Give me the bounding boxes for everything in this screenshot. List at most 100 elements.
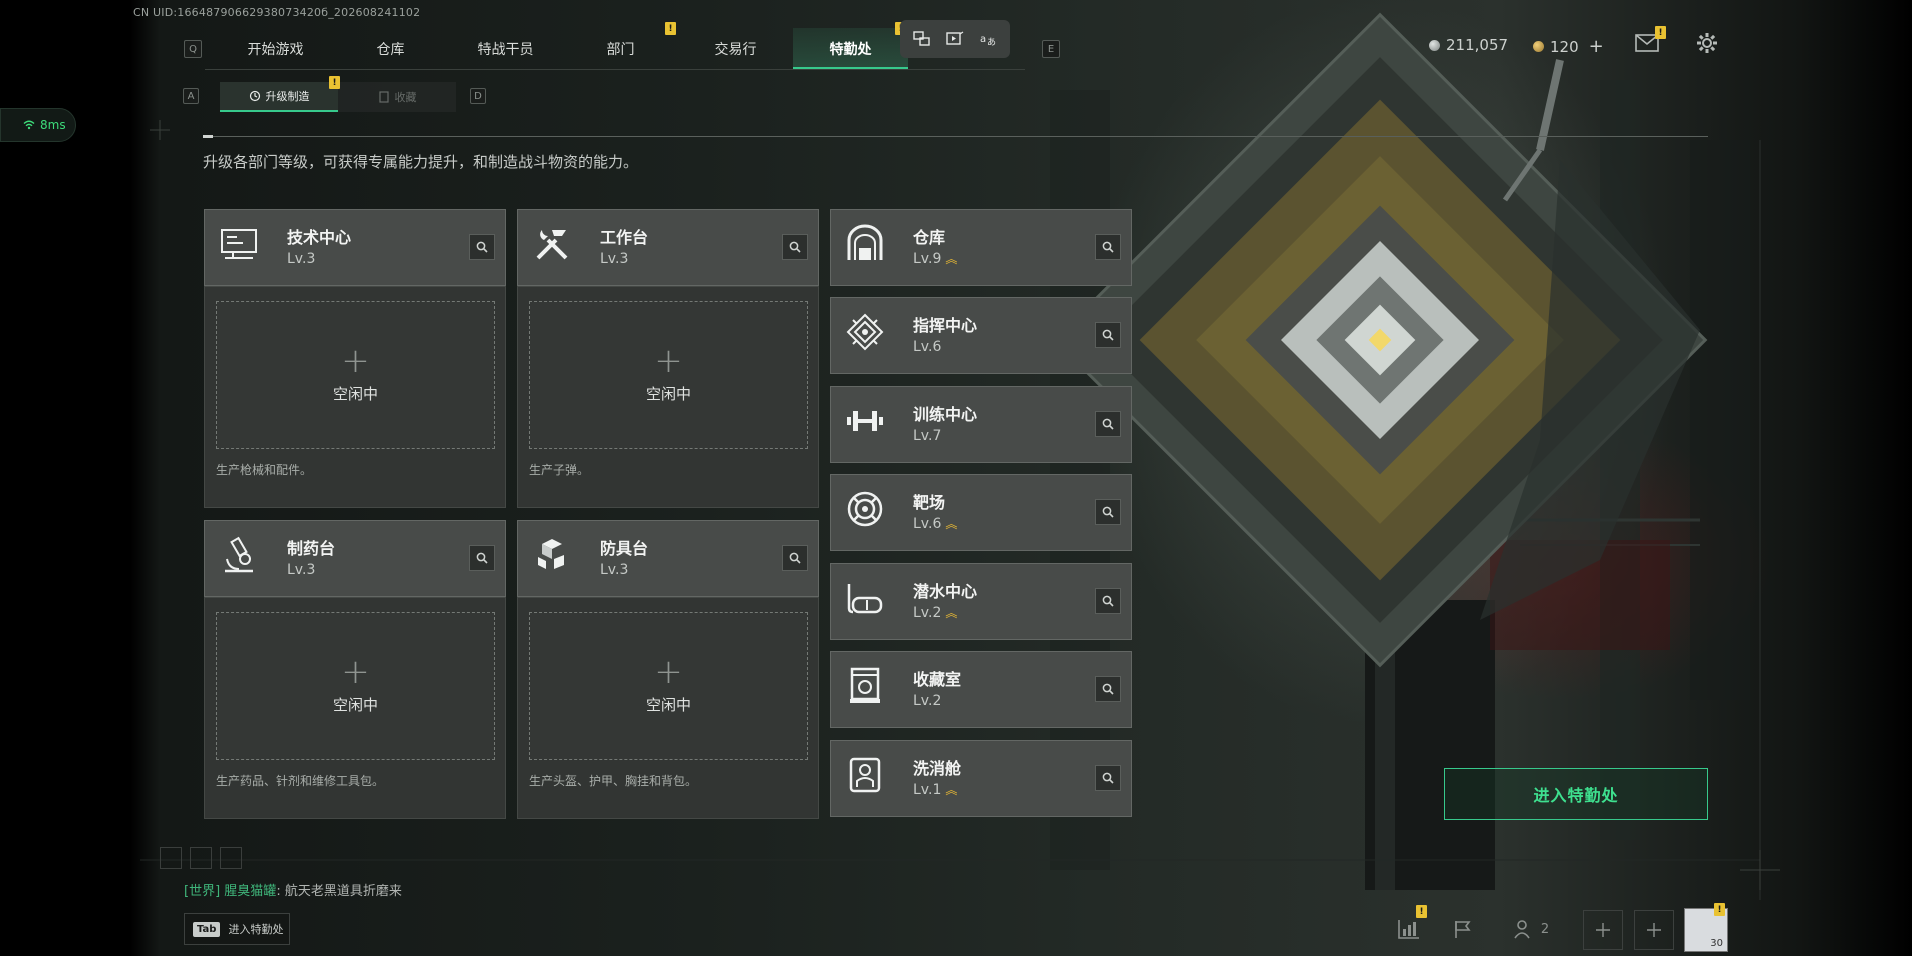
add-teammate-button[interactable] xyxy=(1634,910,1674,950)
department-card-decontamination[interactable]: 洗消舱 Lv.1 ︽ xyxy=(830,740,1132,817)
chat-message[interactable]: [世界] 腥臭猫罐: 航天老黑道具折磨来 xyxy=(184,880,402,899)
card-level: Lv.2 xyxy=(913,693,941,709)
tab-special-ops[interactable]: 特勤处! xyxy=(793,22,908,70)
tab-start-game[interactable]: 开始游戏 xyxy=(218,28,333,70)
production-slot[interactable]: + 空闲中 xyxy=(216,301,495,449)
search-icon[interactable] xyxy=(1095,499,1121,525)
dumbbell-icon xyxy=(845,401,885,441)
tab-department[interactable]: 部门! xyxy=(563,22,678,70)
production-slot[interactable]: + 空闲中 xyxy=(529,301,808,449)
production-desc: 生产药品、针剂和维修工具包。 xyxy=(216,774,385,788)
tab-operators[interactable]: 特战干员 xyxy=(448,28,563,70)
production-card-workbench[interactable]: 工作台 Lv.3 xyxy=(517,209,819,286)
nav-right-key[interactable]: E xyxy=(1042,40,1060,58)
card-name: 防具台 xyxy=(600,539,649,558)
alert-badge: ! xyxy=(665,22,676,35)
subtab-left-key[interactable]: A xyxy=(183,88,199,104)
department-card-command[interactable]: 指挥中心 Lv.6 xyxy=(830,297,1132,374)
add-slot-plus: + xyxy=(341,340,370,381)
silver-coin-icon xyxy=(1429,39,1440,51)
tab-shortcut-hint[interactable]: Tab 进入特勤处 xyxy=(184,913,290,945)
card-level: Lv.7 xyxy=(913,428,941,444)
level-text: Lv.3 xyxy=(287,251,316,267)
chat-sender: 腥臭猫罐 xyxy=(224,884,277,899)
nav-left-key[interactable]: Q xyxy=(184,40,202,58)
production-card-tech-center[interactable]: 技术中心 Lv.3 xyxy=(204,209,506,286)
main-nav: 开始游戏 仓库 特战干员 部门! 交易行 特勤处! xyxy=(218,22,908,70)
department-card-diving[interactable]: 潜水中心 Lv.2 ︽ xyxy=(830,563,1132,640)
tab-trading[interactable]: 交易行 xyxy=(678,28,793,70)
gear-icon[interactable] xyxy=(1694,32,1720,54)
tab-hint-label: 进入特勤处 xyxy=(228,923,284,936)
ping-indicator: 8ms xyxy=(0,108,76,142)
avatar[interactable]: 30 ! xyxy=(1684,903,1728,952)
card-name: 仓库 xyxy=(913,228,946,247)
stats-icon[interactable]: ! xyxy=(1391,905,1427,947)
search-icon[interactable] xyxy=(1095,765,1121,791)
wifi-icon xyxy=(23,120,35,130)
level-text: Lv.9 xyxy=(913,251,942,267)
tools-icon xyxy=(532,224,572,264)
search-icon[interactable] xyxy=(1095,234,1121,260)
search-icon[interactable] xyxy=(1095,676,1121,702)
production-slot[interactable]: + 空闲中 xyxy=(216,612,495,760)
tab-label: 仓库 xyxy=(376,42,405,58)
target-icon xyxy=(845,489,885,529)
add-gold-button[interactable]: + xyxy=(1589,36,1604,57)
card-name: 技术中心 xyxy=(287,228,352,247)
card-level: Lv.1 ︽ xyxy=(913,782,957,798)
tab-label: 特战干员 xyxy=(477,42,534,58)
flag-icon[interactable] xyxy=(1445,911,1481,947)
translate-icon[interactable]: aあ xyxy=(977,28,999,50)
record-icon[interactable] xyxy=(944,28,966,50)
department-card-collection-room[interactable]: 收藏室 Lv.2 xyxy=(830,651,1132,728)
level-text: Lv.3 xyxy=(600,251,629,267)
screenshot-icon[interactable] xyxy=(911,28,933,50)
search-icon[interactable] xyxy=(782,234,808,260)
chat-text: 航天老黑道具折磨来 xyxy=(284,884,402,899)
production-slot[interactable]: + 空闲中 xyxy=(529,612,808,760)
enter-special-ops-button[interactable]: 进入特勤处 xyxy=(1444,768,1708,820)
search-icon[interactable] xyxy=(782,545,808,571)
command-icon xyxy=(845,312,885,352)
chat-channel: [世界] xyxy=(184,884,221,899)
add-teammate-button[interactable] xyxy=(1583,910,1623,950)
level-text: Lv.6 xyxy=(913,339,942,355)
upgrade-arrow-icon: ︽ xyxy=(945,782,958,797)
production-card-armor[interactable]: 防具台 Lv.3 xyxy=(517,520,819,597)
production-desc: 生产头盔、护甲、胸挂和背包。 xyxy=(529,774,698,788)
tab-warehouse[interactable]: 仓库 xyxy=(333,28,448,70)
add-slot-plus: + xyxy=(654,340,683,381)
subtab-collection[interactable]: 收藏 xyxy=(338,82,456,112)
subtab-upgrade-craft[interactable]: 升级制造 ! xyxy=(220,76,340,112)
search-icon[interactable] xyxy=(1095,322,1121,348)
search-icon[interactable] xyxy=(1095,588,1121,614)
friends-button[interactable]: 2 xyxy=(1506,911,1556,947)
department-card-range[interactable]: 靶场 Lv.6 ︽ xyxy=(830,474,1132,551)
search-icon[interactable] xyxy=(469,234,495,260)
warehouse-icon xyxy=(845,224,885,264)
card-level: Lv.3 xyxy=(287,562,315,578)
level-text: Lv.7 xyxy=(913,428,942,444)
mail-badge: ! xyxy=(1655,26,1666,39)
slot-status: 空闲中 xyxy=(332,695,378,714)
production-slot-panel: + 空闲中 生产子弹。 xyxy=(517,286,819,508)
search-icon[interactable] xyxy=(1095,411,1121,437)
mail-icon[interactable]: ! xyxy=(1634,26,1666,54)
craft-icon xyxy=(249,90,260,102)
cubes-icon xyxy=(532,535,572,575)
department-card-warehouse[interactable]: 仓库 Lv.9 ︽ xyxy=(830,209,1132,286)
production-desc: 生产子弹。 xyxy=(529,463,590,477)
ping-value: 8ms xyxy=(40,118,66,132)
silver-currency: 211,057 xyxy=(1429,36,1508,54)
department-card-training[interactable]: 训练中心 Lv.7 xyxy=(830,386,1132,463)
svg-text:あ: あ xyxy=(987,37,996,47)
card-level: Lv.2 ︽ xyxy=(913,605,957,621)
search-icon[interactable] xyxy=(469,545,495,571)
production-card-pharmacy[interactable]: 制药台 Lv.3 xyxy=(204,520,506,597)
subtab-right-key[interactable]: D xyxy=(470,88,486,104)
avatar-badge: ! xyxy=(1714,903,1725,916)
card-name: 工作台 xyxy=(600,228,649,247)
subtab-label: 收藏 xyxy=(394,91,417,104)
decon-icon xyxy=(845,755,885,795)
